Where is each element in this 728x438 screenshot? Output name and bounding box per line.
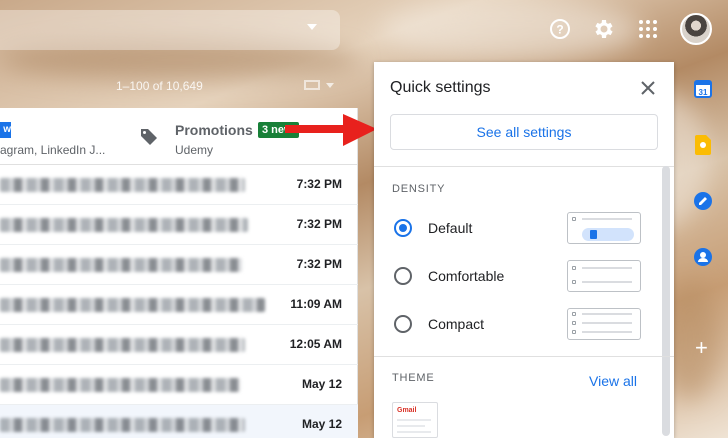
apps-grid-icon[interactable] (635, 16, 661, 42)
density-comfortable-label[interactable]: Comfortable (428, 268, 504, 284)
blurred-subject (0, 258, 242, 272)
density-compact-radio[interactable] (394, 315, 412, 333)
mail-time: 11:09 AM (290, 297, 342, 311)
blurred-subject (0, 338, 245, 352)
table-row[interactable]: 7:32 PM (0, 205, 358, 245)
search-options-caret-icon[interactable] (307, 24, 317, 30)
mail-time: 12:05 AM (289, 337, 342, 351)
search-box[interactable] (0, 10, 340, 50)
avatar[interactable] (680, 13, 712, 45)
add-icon[interactable]: + (695, 337, 708, 359)
tab-promotions[interactable]: Promotions (175, 122, 253, 138)
density-default-radio[interactable] (394, 219, 412, 237)
density-heading: DENSITY (392, 183, 446, 195)
theme-preview[interactable]: Gmail (392, 402, 438, 438)
mail-time: 7:32 PM (296, 257, 342, 271)
social-tab-senders: agram, LinkedIn J... (0, 143, 106, 157)
gmail-logo-icon: Gmail (397, 407, 417, 414)
chevron-down-icon[interactable] (326, 83, 334, 88)
blurred-subject (0, 418, 245, 432)
density-comfortable-radio[interactable] (394, 267, 412, 285)
table-row[interactable]: May 12 (0, 405, 358, 438)
svg-text:?: ? (556, 23, 563, 37)
theme-heading: THEME (392, 372, 435, 384)
blurred-subject (0, 218, 248, 232)
new-badge: w (0, 122, 11, 138)
mail-list: w agram, LinkedIn J... Promotions 3 new … (0, 108, 358, 438)
blurred-subject (0, 298, 265, 312)
see-all-settings-button[interactable]: See all settings (390, 114, 658, 150)
annotation-arrow-icon (285, 114, 377, 146)
svg-text:31: 31 (699, 88, 708, 97)
density-compact-label[interactable]: Compact (428, 316, 484, 332)
help-icon[interactable]: ? (547, 16, 573, 42)
mail-time: May 12 (301, 377, 342, 391)
panel-scrollbar[interactable] (662, 166, 670, 436)
density-default-label[interactable]: Default (428, 220, 472, 236)
mail-time: May 12 (301, 417, 342, 431)
table-row[interactable]: 12:05 AM (0, 325, 358, 365)
divider (374, 166, 674, 167)
table-row[interactable]: 7:32 PM (0, 245, 358, 285)
close-icon[interactable] (638, 78, 658, 98)
table-row[interactable]: May 12 (0, 365, 358, 405)
density-default-preview[interactable] (567, 212, 641, 244)
density-compact-preview[interactable] (567, 308, 641, 340)
density-comfortable-preview[interactable] (567, 260, 641, 292)
pager-count: 1–100 of 10,649 (116, 79, 203, 93)
blurred-subject (0, 378, 240, 392)
table-row[interactable]: 7:32 PM (0, 165, 358, 205)
mail-time: 7:32 PM (296, 217, 342, 231)
mail-time: 7:32 PM (296, 177, 342, 191)
tag-icon (141, 129, 157, 145)
blurred-subject (0, 178, 245, 192)
promotions-sender: Udemy (175, 143, 214, 157)
document-icon (590, 230, 597, 239)
view-all-themes-link[interactable]: View all (589, 373, 637, 389)
keyboard-icon[interactable] (304, 80, 320, 90)
divider (374, 356, 674, 357)
table-row[interactable]: 11:09 AM (0, 285, 358, 325)
contacts-icon[interactable] (692, 246, 714, 268)
quick-settings-panel: Quick settings See all settings DENSITY … (374, 62, 674, 438)
calendar-icon[interactable]: 31 (692, 78, 714, 100)
tasks-icon[interactable] (692, 190, 714, 212)
keep-icon[interactable] (692, 134, 714, 156)
quick-settings-title: Quick settings (390, 79, 491, 96)
gear-icon[interactable] (591, 16, 617, 42)
